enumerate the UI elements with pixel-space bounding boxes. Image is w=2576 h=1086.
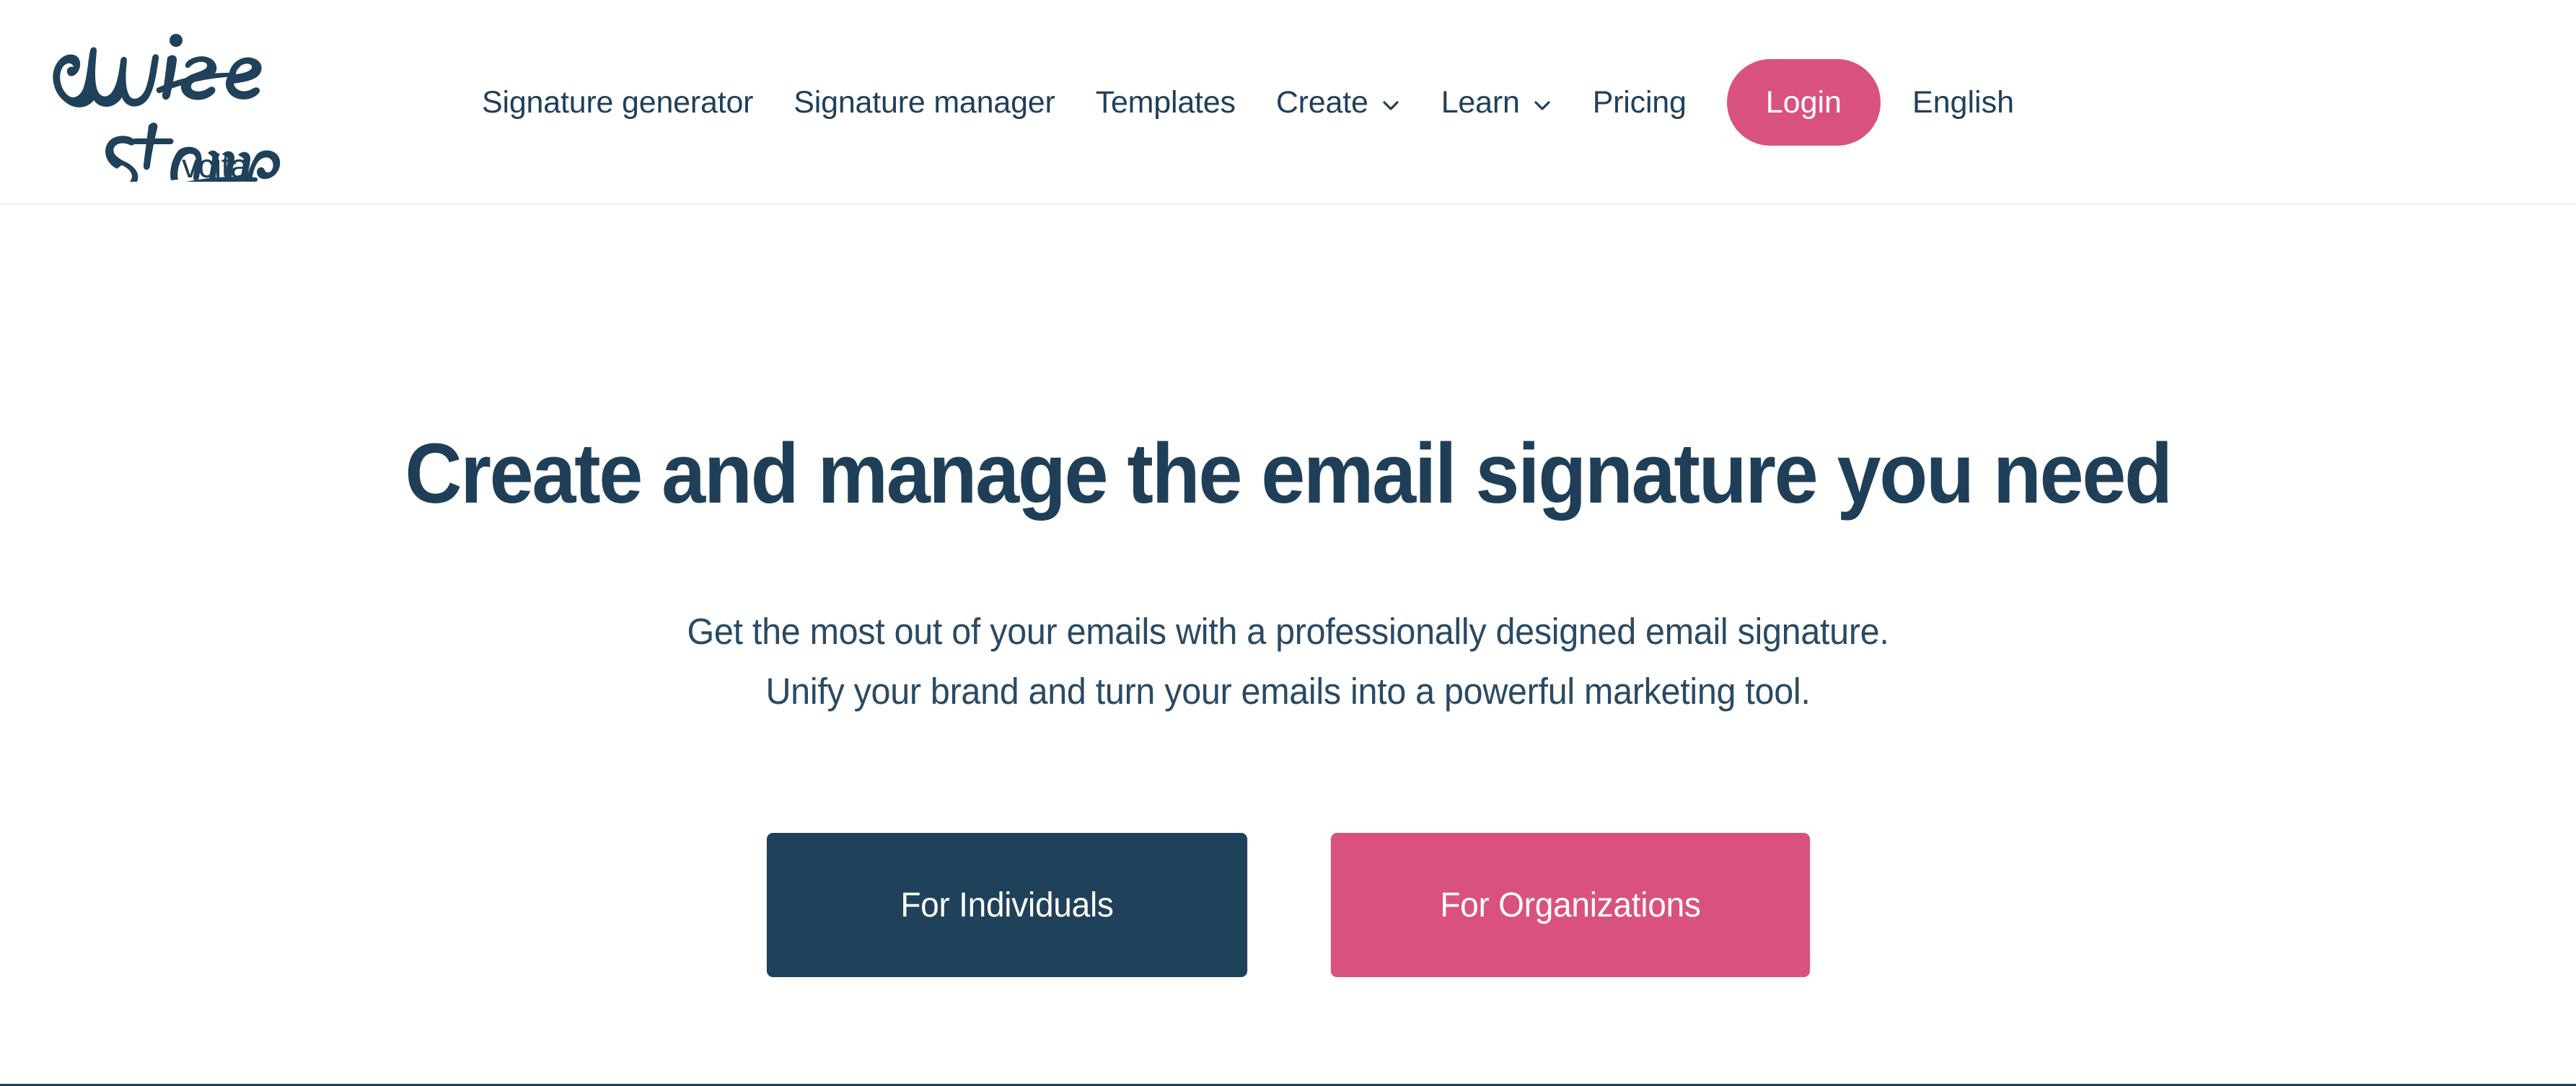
page-title: Create and manage the email signature yo…	[405, 426, 2173, 521]
svg-text:vcita: vcita	[182, 147, 249, 182]
nav-label: Pricing	[1592, 84, 1687, 120]
nav-item-learn[interactable]: Learn	[1421, 85, 1573, 120]
chevron-down-icon	[1532, 95, 1552, 115]
main-navigation: Signature generator Signature manager Te…	[462, 0, 2014, 205]
nav-label: Signature generator	[482, 84, 754, 120]
nav-item-signature-generator[interactable]: Signature generator	[462, 85, 773, 120]
for-organizations-button[interactable]: For Organizations	[1330, 833, 1810, 977]
nav-label: Learn	[1441, 84, 1520, 120]
page-root: vcita Signature generator Signature mana…	[0, 0, 2576, 1086]
site-header: vcita Signature generator Signature mana…	[0, 0, 2576, 207]
chevron-down-icon	[1381, 95, 1401, 115]
cta-button-row: For Individuals For Organizations	[0, 833, 2576, 977]
hero-subtitle-line-2: Unify your brand and turn your emails in…	[765, 671, 1811, 712]
wisestamp-logo-icon: vcita	[53, 34, 281, 207]
nav-item-pricing[interactable]: Pricing	[1573, 85, 1707, 120]
login-button[interactable]: Login	[1726, 59, 1881, 146]
nav-label: Signature manager	[794, 84, 1055, 120]
nav-item-signature-manager[interactable]: Signature manager	[773, 85, 1075, 120]
nav-item-templates[interactable]: Templates	[1076, 85, 1256, 120]
language-selector[interactable]: English	[1912, 85, 2014, 120]
wisestamp-logo[interactable]: vcita	[40, 16, 293, 207]
hero-section: Create and manage the email signature yo…	[0, 205, 2576, 1083]
nav-item-create[interactable]: Create	[1256, 85, 1421, 120]
for-individuals-button[interactable]: For Individuals	[766, 833, 1247, 977]
hero-subtitle: Get the most out of your emails with a p…	[64, 601, 2511, 721]
nav-label: Templates	[1095, 84, 1236, 120]
nav-label: Create	[1275, 84, 1368, 120]
hero-subtitle-line-1: Get the most out of your emails with a p…	[687, 611, 1889, 652]
